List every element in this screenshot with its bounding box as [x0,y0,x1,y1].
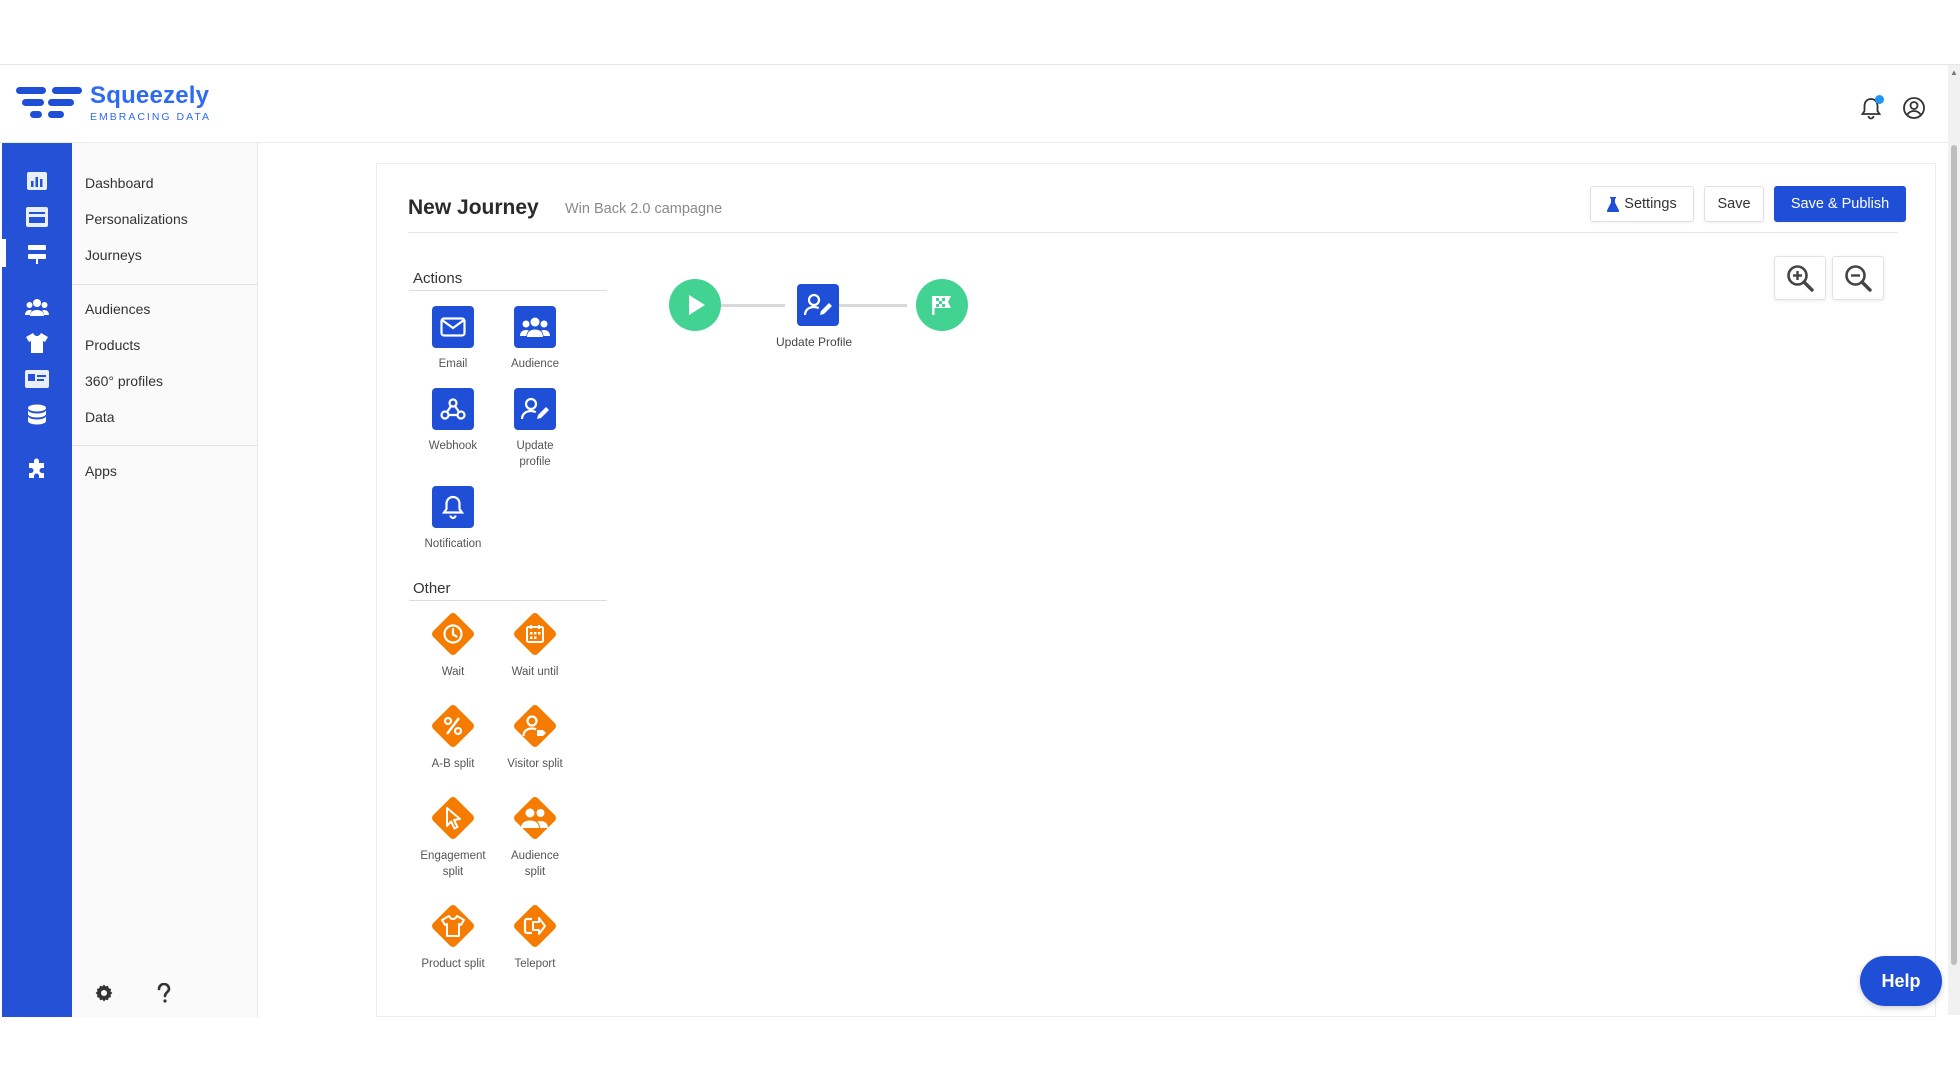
scroll-up-icon[interactable]: ▲ [1950,69,1958,77]
teleport-icon [513,904,557,948]
nav-divider [72,445,258,446]
clock-icon [431,612,475,656]
tool-label: A-B split [431,758,475,770]
tool-label: Email [438,358,468,370]
notification-dot [1875,95,1884,104]
notification-bell-icon[interactable] [1858,95,1884,121]
tshirt-icon [431,904,475,948]
pointer-icon [431,796,475,840]
tool-engagement-split[interactable]: Engagement split [413,796,493,880]
tool-product-split[interactable]: Product split [413,904,493,972]
tool-audience[interactable]: Audience [495,306,575,372]
header: Squeezely EMBRACING DATA [0,65,1960,143]
rail-profiles-icon[interactable] [2,365,72,393]
tool-email[interactable]: Email [413,306,493,372]
settings-button[interactable]: Settings [1590,186,1694,222]
rail-journeys-icon[interactable] [2,239,72,267]
tool-label: Product split [421,958,485,970]
nav-item-journeys[interactable]: Journeys [85,247,142,263]
rail-apps-icon[interactable] [2,455,72,483]
nav-divider [72,284,258,285]
rail-data-icon[interactable] [2,401,72,429]
title-divider [408,232,1898,233]
webhook-icon [432,388,474,430]
tool-label: Visitor split [507,758,563,770]
nav-item-audiences[interactable]: Audiences [85,301,150,317]
app-root: Squeezely EMBRACING DATA Dashboard Perso… [0,0,1960,1080]
actions-divider [409,290,607,291]
zoom-in-button[interactable] [1774,256,1826,300]
scrollbar[interactable]: ▲ [1948,65,1960,1015]
other-section-label: Other [413,580,451,597]
tool-label: Notification [424,538,482,550]
tool-ab-split[interactable]: A-B split [413,704,493,772]
rail-products-icon[interactable] [2,329,72,357]
audience-split-icon [513,796,557,840]
save-button[interactable]: Save [1704,186,1764,222]
tool-label: Engagement split [420,850,486,878]
zoom-in-icon [1787,265,1814,292]
zoom-out-button[interactable] [1832,256,1884,300]
tool-wait[interactable]: Wait [413,612,493,680]
nav-item-apps[interactable]: Apps [85,463,117,479]
settings-gear-icon[interactable] [92,981,116,1005]
tool-update-profile[interactable]: Update profile [495,388,575,470]
visitor-tag-icon [513,704,557,748]
tool-label: Webhook [428,440,478,452]
nav-item-products[interactable]: Products [85,337,140,353]
brand-name: Squeezely [90,81,210,109]
user-account-icon[interactable] [1901,95,1927,121]
other-divider [409,600,607,601]
rail-personalizations-icon[interactable] [2,203,72,231]
flow-start-play-icon[interactable] [669,279,721,331]
tool-label: Audience split [511,850,559,878]
tool-visitor-split[interactable]: Visitor split [495,704,575,772]
sub-navigation: Dashboard Personalizations Journeys Audi… [72,143,258,1017]
rail-audiences-icon[interactable] [2,293,72,321]
tool-label: Update profile [516,440,554,468]
update-profile-icon [514,388,556,430]
tool-webhook[interactable]: Webhook [413,388,493,454]
flow-node-update-profile[interactable] [797,284,839,326]
tool-label: Teleport [514,958,556,970]
brand-tagline: EMBRACING DATA [90,110,211,123]
nav-item-dashboard[interactable]: Dashboard [85,175,154,191]
flow-node-label: Update Profile [776,335,853,349]
logo[interactable]: Squeezely EMBRACING DATA [16,83,211,123]
logo-mark-icon [16,83,86,123]
tool-wait-until[interactable]: Wait until [495,612,575,680]
tool-teleport[interactable]: Teleport [495,904,575,972]
notification-icon [432,486,474,528]
logo-text: Squeezely EMBRACING DATA [90,81,211,123]
help-button[interactable]: Help [1860,956,1942,1006]
calendar-icon [513,612,557,656]
email-icon [432,306,474,348]
nav-item-360-profiles[interactable]: 360° profiles [85,373,163,389]
page-subtitle[interactable]: Win Back 2.0 campagne [565,201,722,217]
audience-icon [514,306,556,348]
flask-icon [1607,197,1620,212]
tool-audience-split[interactable]: Audience split [495,796,575,880]
scroll-thumb[interactable] [1951,145,1957,965]
save-publish-button[interactable]: Save & Publish [1774,186,1906,222]
settings-button-label: Settings [1624,196,1677,212]
tool-label: Wait until [511,666,559,678]
tool-label: Wait [441,666,465,678]
percent-icon [431,704,475,748]
nav-item-personalizations[interactable]: Personalizations [85,211,188,227]
icon-rail [2,143,72,1017]
nav-item-data[interactable]: Data [85,409,115,425]
flow-end-flag-icon[interactable] [916,279,968,331]
tool-notification[interactable]: Notification [413,486,493,552]
rail-dashboard-icon[interactable] [2,167,72,195]
zoom-out-icon [1845,265,1872,292]
help-question-icon[interactable] [152,981,176,1005]
update-profile-icon [804,293,832,316]
journey-editor-panel: New Journey Win Back 2.0 campagne Settin… [376,163,1936,1017]
tool-label: Audience [511,358,559,370]
actions-section-label: Actions [413,270,463,287]
page-title: New Journey [408,196,539,219]
